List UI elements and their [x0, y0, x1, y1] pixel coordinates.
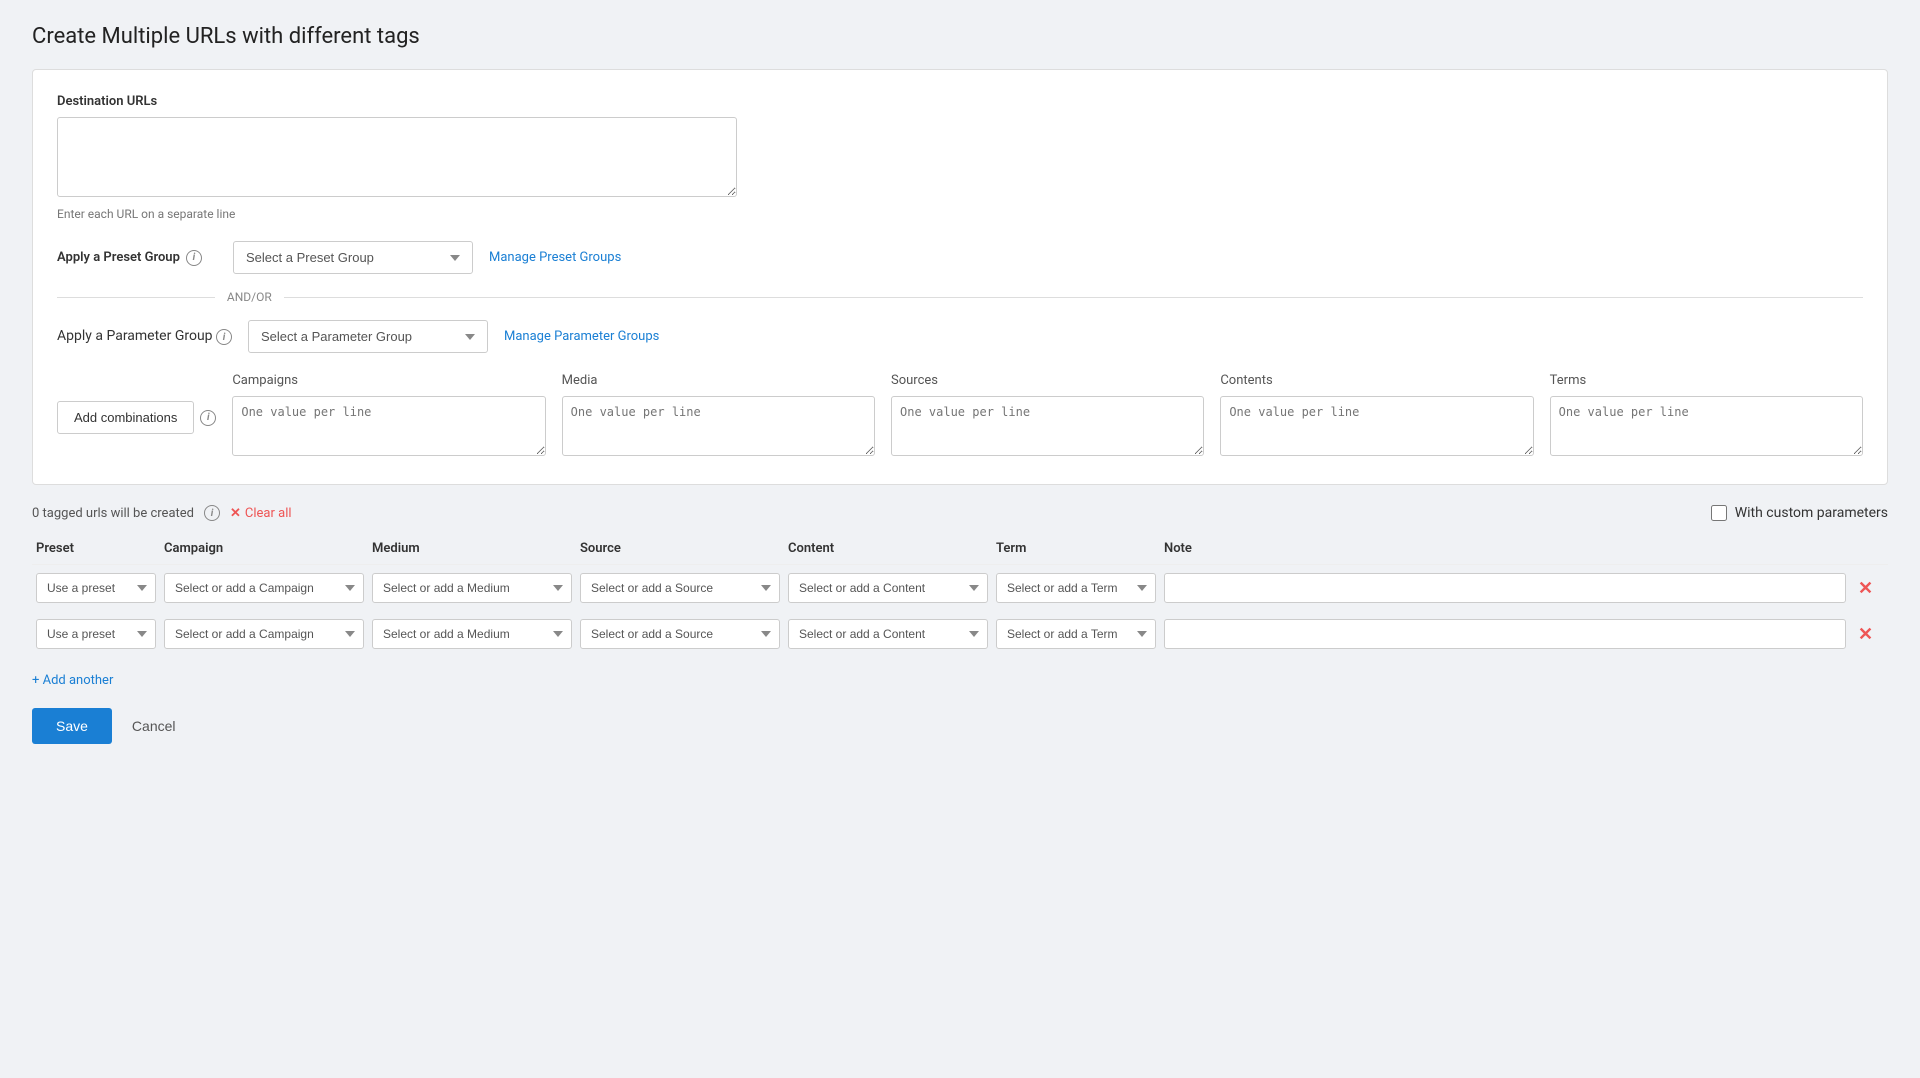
combo-col-terms: Terms	[1550, 373, 1863, 460]
param-group-info-icon[interactable]: i	[216, 329, 232, 345]
combo-col-sources: Sources	[891, 373, 1204, 460]
table-top-left: 0 tagged urls will be created i ✕ Clear …	[32, 505, 292, 521]
note-input-row-1[interactable]	[1164, 619, 1846, 649]
campaign-dropdown-row-0[interactable]: Select or add a Campaign	[164, 573, 364, 603]
add-combos-area: Add combinations i	[57, 401, 216, 434]
param-group-section: Apply a Parameter Group i Select a Param…	[57, 320, 1863, 353]
preset-cell-0: Use a preset	[36, 573, 156, 603]
custom-params-label: With custom parameters	[1735, 505, 1888, 521]
preset-group-section: Apply a Preset Group i Select a Preset G…	[57, 241, 1863, 274]
combo-col-media: Media	[562, 373, 875, 460]
preset-group-dropdown[interactable]: Select a Preset Group	[233, 241, 473, 274]
save-button[interactable]: Save	[32, 708, 112, 744]
combo-col-header: Campaigns	[232, 373, 545, 388]
term-cell-0: Select or add a Term	[996, 573, 1156, 603]
table-row: Use a preset Select or add a Campaign Sele…	[32, 611, 1888, 657]
clear-all-x-icon: ✕	[230, 506, 241, 521]
content-cell-0: Select or add a Content	[788, 573, 988, 603]
combo-textarea-2[interactable]	[891, 396, 1204, 456]
preset-group-label: Apply a Preset Group	[57, 250, 180, 265]
campaign-cell-0: Select or add a Campaign	[164, 573, 364, 603]
medium-cell-1: Select or add a Medium	[372, 619, 572, 649]
note-cell-1	[1164, 619, 1846, 649]
content-dropdown-row-1[interactable]: Select or add a Content	[788, 619, 988, 649]
table-header-row: Preset Campaign Medium Source Content Te…	[32, 533, 1888, 565]
delete-row-button-0[interactable]: ✕	[1854, 577, 1877, 599]
table-rows-container: Use a preset Select or add a Campaign Sele…	[32, 565, 1888, 657]
custom-params-checkbox[interactable]	[1711, 505, 1727, 521]
destination-label: Destination URLs	[57, 94, 1863, 109]
manage-preset-groups-link[interactable]: Manage Preset Groups	[489, 250, 621, 265]
source-dropdown-row-1[interactable]: Select or add a Source	[580, 619, 780, 649]
add-combinations-button[interactable]: Add combinations	[57, 401, 194, 434]
tagged-urls-count: 0 tagged urls will be created	[32, 506, 194, 521]
col-content-header: Content	[788, 541, 988, 556]
add-another-link[interactable]: + Add another	[32, 673, 113, 688]
col-term-header: Term	[996, 541, 1156, 556]
combinations-info-icon[interactable]: i	[200, 410, 216, 426]
col-note-header: Note	[1164, 541, 1846, 556]
source-cell-0: Select or add a Source	[580, 573, 780, 603]
term-cell-1: Select or add a Term	[996, 619, 1156, 649]
delete-row-button-1[interactable]: ✕	[1854, 623, 1877, 645]
source-dropdown-row-0[interactable]: Select or add a Source	[580, 573, 780, 603]
medium-dropdown-row-0[interactable]: Select or add a Medium	[372, 573, 572, 603]
col-preset-header: Preset	[36, 541, 156, 556]
col-medium-header: Medium	[372, 541, 572, 556]
combo-col-header: Contents	[1220, 373, 1533, 388]
combo-col-header: Sources	[891, 373, 1204, 388]
col-source-header: Source	[580, 541, 780, 556]
medium-dropdown-row-1[interactable]: Select or add a Medium	[372, 619, 572, 649]
content-dropdown-row-0[interactable]: Select or add a Content	[788, 573, 988, 603]
andor-divider: AND/OR	[57, 290, 1863, 304]
param-group-dropdown[interactable]: Select a Parameter Group	[248, 320, 488, 353]
combo-columns: Campaigns Media Sources Contents Terms	[232, 373, 1863, 460]
combo-textarea-0[interactable]	[232, 396, 545, 456]
content-cell-1: Select or add a Content	[788, 619, 988, 649]
custom-params-area: With custom parameters	[1711, 505, 1888, 521]
combo-col-header: Terms	[1550, 373, 1863, 388]
term-dropdown-row-1[interactable]: Select or add a Term	[996, 619, 1156, 649]
combo-textarea-4[interactable]	[1550, 396, 1863, 456]
preset-cell-1: Use a preset	[36, 619, 156, 649]
campaign-cell-1: Select or add a Campaign	[164, 619, 364, 649]
bottom-actions: Save Cancel	[32, 708, 1888, 744]
combo-col-header: Media	[562, 373, 875, 388]
destination-section: Destination URLs Enter each URL on a sep…	[57, 94, 1863, 221]
combo-col-campaigns: Campaigns	[232, 373, 545, 460]
table-section: 0 tagged urls will be created i ✕ Clear …	[32, 505, 1888, 744]
manage-param-groups-link[interactable]: Manage Parameter Groups	[504, 329, 659, 344]
table-top-bar: 0 tagged urls will be created i ✕ Clear …	[32, 505, 1888, 521]
note-cell-0	[1164, 573, 1846, 603]
term-dropdown-row-0[interactable]: Select or add a Term	[996, 573, 1156, 603]
col-campaign-header: Campaign	[164, 541, 364, 556]
preset-group-info-icon[interactable]: i	[186, 250, 202, 266]
page-title: Create Multiple URLs with different tags	[32, 24, 1888, 49]
preset-dropdown-row-0[interactable]: Use a preset	[36, 573, 156, 603]
andor-text: AND/OR	[227, 290, 272, 304]
main-card: Destination URLs Enter each URL on a sep…	[32, 69, 1888, 485]
medium-cell-0: Select or add a Medium	[372, 573, 572, 603]
combinations-section: Add combinations i Campaigns Media Sourc…	[57, 373, 1863, 460]
combo-col-contents: Contents	[1220, 373, 1533, 460]
preset-dropdown-row-1[interactable]: Use a preset	[36, 619, 156, 649]
source-cell-1: Select or add a Source	[580, 619, 780, 649]
note-input-row-0[interactable]	[1164, 573, 1846, 603]
destination-textarea[interactable]	[57, 117, 737, 197]
param-group-label-area: Apply a Parameter Group i	[57, 328, 232, 346]
page-container: Create Multiple URLs with different tags…	[0, 0, 1920, 768]
param-group-label: Apply a Parameter Group	[57, 328, 213, 344]
table-row: Use a preset Select or add a Campaign Sele…	[32, 565, 1888, 611]
tagged-urls-info-icon[interactable]: i	[204, 505, 220, 521]
delete-cell-0: ✕	[1854, 577, 1884, 599]
preset-group-label-area: Apply a Preset Group i	[57, 250, 217, 266]
campaign-dropdown-row-1[interactable]: Select or add a Campaign	[164, 619, 364, 649]
combo-textarea-3[interactable]	[1220, 396, 1533, 456]
clear-all-link[interactable]: ✕ Clear all	[230, 506, 292, 521]
combo-textarea-1[interactable]	[562, 396, 875, 456]
cancel-button[interactable]: Cancel	[124, 708, 184, 744]
destination-hint: Enter each URL on a separate line	[57, 207, 1863, 221]
delete-cell-1: ✕	[1854, 623, 1884, 645]
